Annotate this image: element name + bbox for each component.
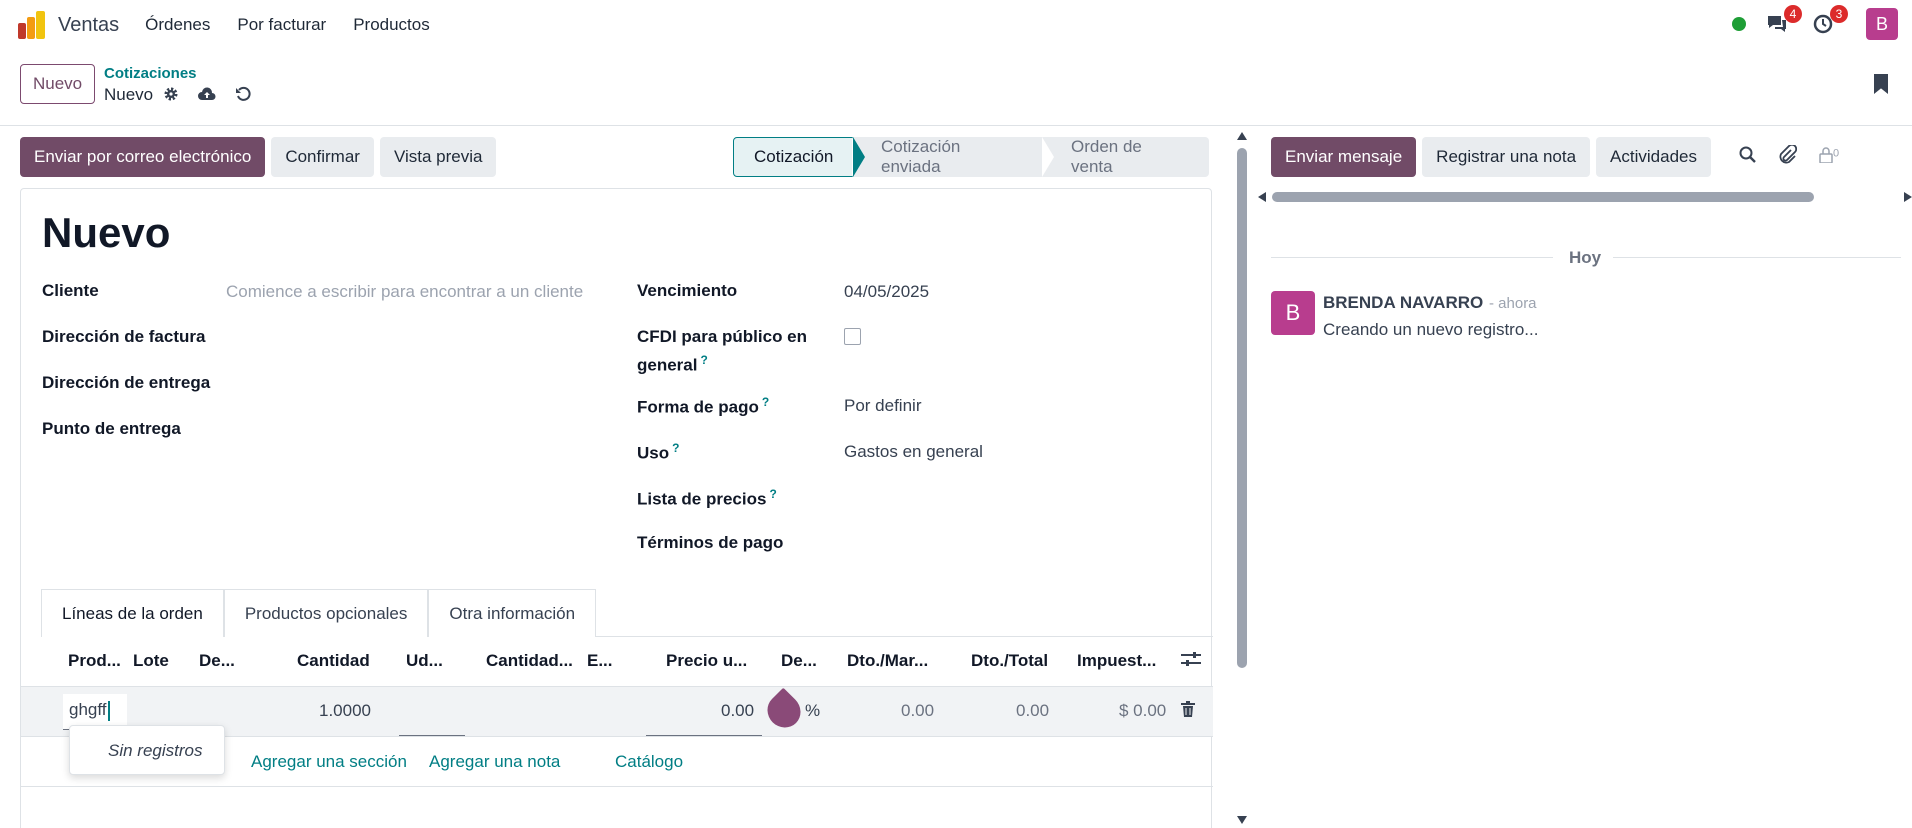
usage-label: Uso? (637, 441, 680, 463)
tab-order-lines[interactable]: Líneas de la orden (41, 589, 224, 638)
menu-ordenes[interactable]: Órdenes (145, 15, 210, 35)
form-action-bar: Enviar por correo electrónico Confirmar … (20, 137, 502, 177)
stage-orden-de-venta[interactable]: Orden de venta (1042, 137, 1209, 177)
cfdi-label-line2: general? (637, 353, 708, 375)
app-name[interactable]: Ventas (58, 14, 119, 37)
col-quantity[interactable]: Cantidad (297, 651, 370, 671)
col-discount[interactable]: De... (781, 651, 817, 671)
cursor-blob (760, 687, 808, 735)
autocomplete-dropdown: Sin registros (69, 725, 225, 775)
col-total-discount[interactable]: Dto./Total (971, 651, 1048, 671)
usage-field[interactable]: Gastos en general (844, 442, 983, 462)
quantity-cell[interactable]: 1.0000 (319, 701, 371, 721)
col-taxes[interactable]: Impuest... (1077, 651, 1156, 671)
total-discount-cell: 0.00 (1016, 701, 1050, 720)
delivery-address-label: Dirección de entrega (42, 373, 211, 392)
gear-icon[interactable] (163, 86, 179, 107)
col-product[interactable]: Prod... (68, 651, 121, 671)
no-records-item: Sin registros (108, 741, 203, 760)
col-e[interactable]: E... (587, 651, 613, 671)
undo-icon[interactable] (235, 86, 251, 107)
tab-other-info[interactable]: Otra información (428, 589, 597, 637)
chatter-actions: Enviar mensaje Registrar una nota Activi… (1271, 137, 1839, 177)
payment-method-label: Forma de pago? (637, 395, 770, 417)
followers-button[interactable]: 0 (1819, 146, 1839, 168)
send-message-button[interactable]: Enviar mensaje (1271, 137, 1417, 177)
col-quantity-2[interactable]: Cantidad... (486, 651, 573, 671)
preview-button[interactable]: Vista previa (379, 137, 497, 177)
record-title[interactable]: Nuevo (42, 209, 170, 257)
activities-button[interactable]: Actividades (1596, 137, 1711, 177)
send-email-button[interactable]: Enviar por correo electrónico (20, 137, 266, 177)
date-separator: Hoy (1271, 246, 1901, 270)
col-margin-discount[interactable]: Dto./Mar... (847, 651, 928, 671)
record-name: Nuevo (104, 85, 154, 104)
sliders-icon[interactable] (1181, 651, 1201, 672)
activities-badge: 3 (1830, 5, 1848, 23)
paperclip-icon[interactable] (1779, 143, 1798, 170)
message-body: Creando un nuevo registro... (1323, 320, 1539, 339)
unit-price-cell[interactable]: 0.00 (721, 701, 754, 721)
user-avatar[interactable]: B (1866, 8, 1898, 40)
date-separator-label: Hoy (1569, 248, 1602, 267)
expiration-field[interactable]: 04/05/2025 (844, 282, 929, 302)
clock-icon[interactable]: 3 (1810, 5, 1848, 37)
menu-productos[interactable]: Productos (353, 15, 430, 35)
bookmark-icon[interactable] (1874, 74, 1888, 94)
message-author[interactable]: BRENDA NAVARRO (1323, 293, 1483, 313)
payment-method-field[interactable]: Por definir (844, 396, 921, 416)
new-button[interactable]: Nuevo (20, 64, 96, 104)
form-scrollbar[interactable] (1236, 128, 1248, 828)
breadcrumb-cotizaciones[interactable]: Cotizaciones (104, 65, 197, 82)
tab-optional-products[interactable]: Productos opcionales (223, 589, 429, 637)
log-note-button[interactable]: Registrar una nota (1422, 137, 1591, 177)
notebook-tabs: Líneas de la orden Productos opcionales … (41, 589, 1213, 638)
cfdi-checkbox[interactable] (844, 328, 861, 345)
col-uom[interactable]: Ud... (406, 651, 443, 671)
expiration-label: Vencimiento (637, 281, 738, 300)
cloud-upload-icon[interactable] (197, 86, 217, 107)
col-description[interactable]: De... (199, 651, 235, 671)
search-icon[interactable] (1739, 146, 1757, 169)
margin-discount-cell: 0.00 (901, 701, 935, 720)
delivery-point-label: Punto de entrega (42, 419, 181, 438)
messages-badge: 4 (1784, 5, 1802, 23)
add-note-link[interactable]: Agregar una nota (429, 752, 560, 772)
confirm-button[interactable]: Confirmar (271, 137, 374, 177)
form-sheet: Nuevo Cliente Comience a escribir para e… (20, 188, 1213, 828)
menu-por-facturar[interactable]: Por facturar (237, 15, 326, 35)
stage-cotizacion-enviada[interactable]: Cotización enviada (852, 137, 1043, 177)
trash-icon[interactable] (1181, 701, 1195, 722)
customer-input[interactable]: Comience a escribir para encontrar a un … (226, 282, 586, 302)
tax-cell: $ 0.00 (1119, 701, 1167, 720)
lock-icon (1819, 146, 1833, 164)
help-icon[interactable]: ? (762, 395, 769, 409)
invoice-address-label: Dirección de factura (42, 327, 206, 346)
online-status-icon (1732, 17, 1746, 31)
author-avatar[interactable]: B (1271, 291, 1315, 335)
customer-label: Cliente (42, 281, 99, 300)
chat-bubbles-icon[interactable]: 4 (1764, 5, 1802, 37)
add-section-link[interactable]: Agregar una sección (251, 752, 407, 772)
cfdi-label: CFDI para público en (637, 327, 808, 346)
help-icon[interactable]: ? (700, 353, 707, 367)
status-bar: Cotización Cotización enviada Orden de v… (733, 137, 1209, 177)
payment-terms-label: Términos de pago (637, 533, 784, 552)
col-lot[interactable]: Lote (133, 651, 169, 671)
stage-cotizacion[interactable]: Cotización (733, 137, 865, 177)
top-navbar: Ventas Órdenes Por facturar Productos 4 … (0, 0, 1912, 50)
help-icon[interactable]: ? (769, 487, 776, 501)
discount-cell[interactable]: % (805, 701, 820, 721)
catalog-link[interactable]: Catálogo (615, 752, 683, 772)
help-icon[interactable]: ? (672, 441, 679, 455)
pricelist-label: Lista de precios? (637, 487, 777, 509)
control-panel: Nuevo Cotizaciones Nuevo (0, 52, 1912, 126)
sales-app-logo[interactable] (18, 11, 46, 39)
message-time: - ahora (1489, 295, 1537, 312)
col-unit-price[interactable]: Precio u... (666, 651, 747, 671)
order-lines-header: Prod... Lote De... Cantidad Ud... Cantid… (21, 637, 1213, 687)
chatter-scrollbar[interactable] (1258, 190, 1912, 204)
